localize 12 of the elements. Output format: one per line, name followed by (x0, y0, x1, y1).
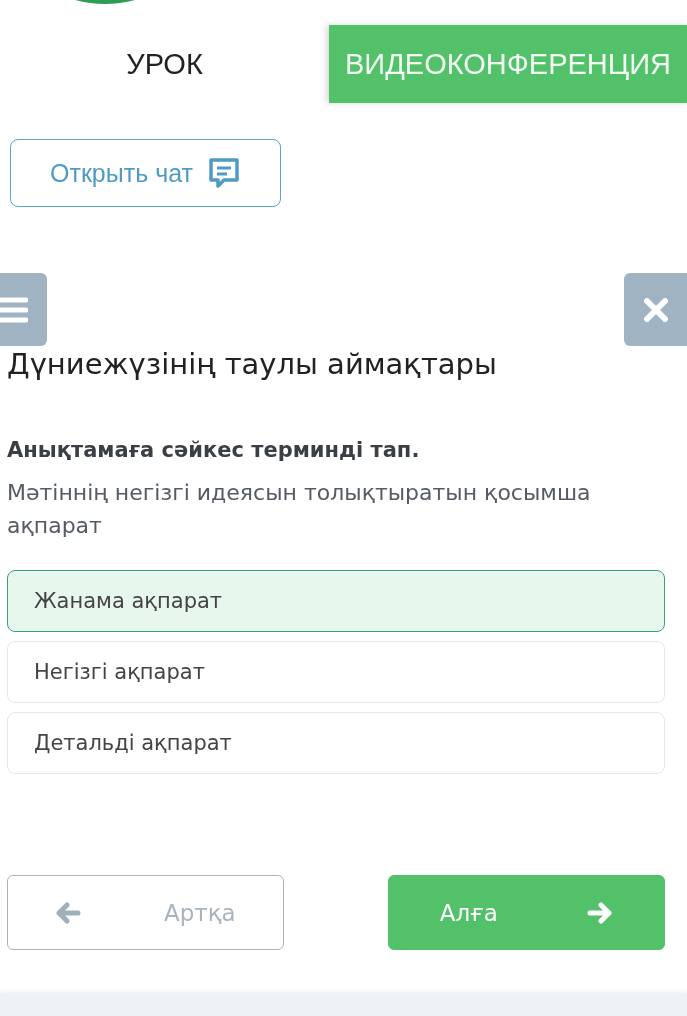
question-definition: Мәтіннің негізгі идеясын толықтыратын қосымша ақпарат (7, 479, 592, 540)
answer-option[interactable]: Жанама ақпарат (7, 570, 665, 632)
close-icon (642, 296, 669, 323)
menu-button[interactable] (0, 273, 47, 346)
close-button[interactable] (624, 273, 687, 346)
answer-option[interactable]: Негізгі ақпарат (7, 641, 665, 703)
chat-icon (207, 156, 241, 190)
question-prompt: Анықтамаға сәйкес терминді тап. (7, 438, 421, 462)
arrow-right-icon (587, 901, 614, 924)
answer-option[interactable]: Детальді ақпарат (7, 712, 665, 774)
arrow-left-icon (55, 901, 82, 924)
lesson-title: Дүниежүзінің таулы аймақтары (7, 346, 498, 382)
